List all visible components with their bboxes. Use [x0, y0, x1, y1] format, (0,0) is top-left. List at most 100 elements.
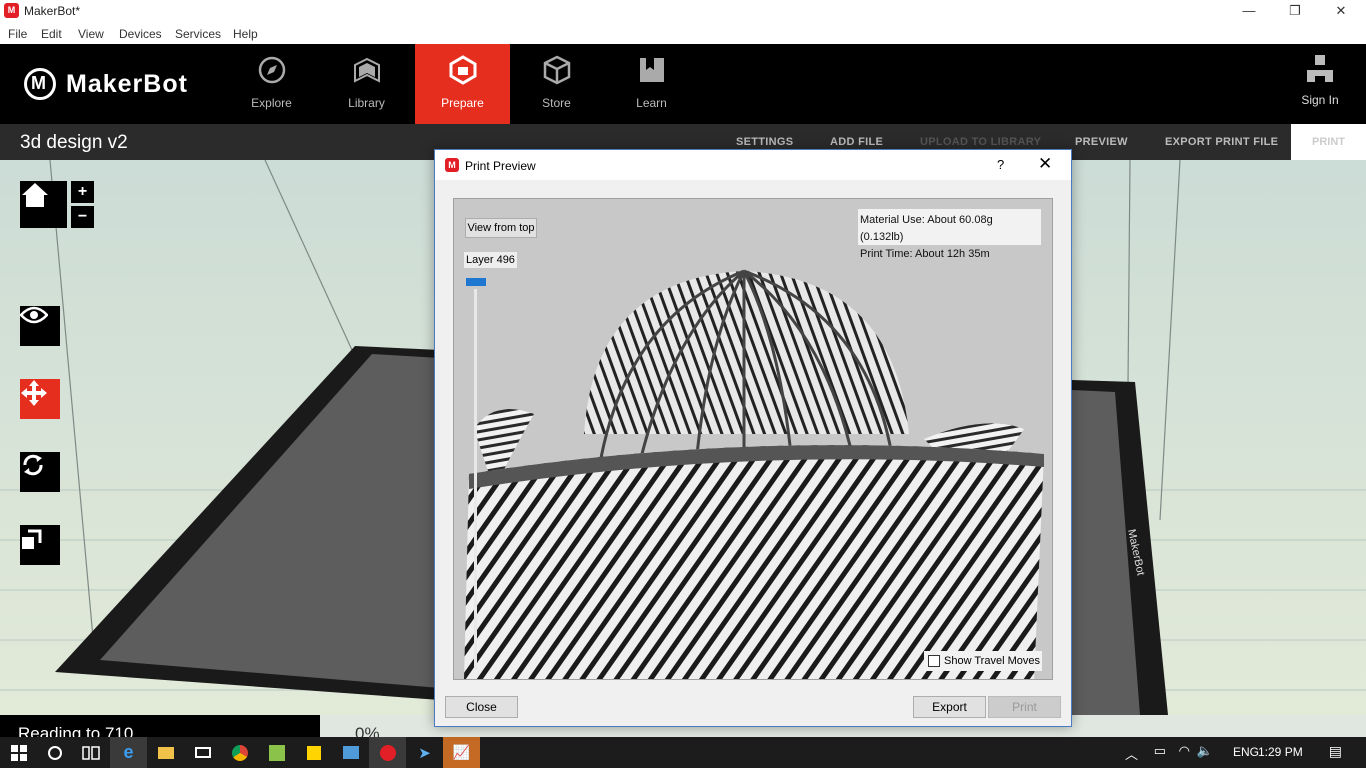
close-window-button[interactable]: ✕	[1318, 0, 1364, 22]
battery-icon[interactable]: ▭	[1154, 743, 1166, 759]
settings-button[interactable]: SETTINGS	[736, 136, 793, 148]
menu-services[interactable]: Services	[175, 27, 221, 41]
layer-label: Layer 496	[464, 252, 517, 268]
nav-library-label: Library	[348, 96, 385, 110]
minimize-button[interactable]: —	[1226, 0, 1272, 22]
taskbar-chrome[interactable]	[221, 737, 258, 768]
restore-button[interactable]: ❐	[1272, 0, 1318, 22]
print-top-button[interactable]: PRINT	[1291, 124, 1366, 160]
view-from-top-button[interactable]: View from top	[465, 218, 537, 238]
taskbar-mail[interactable]	[184, 737, 221, 768]
taskbar-app-green[interactable]	[258, 737, 295, 768]
project-name[interactable]: 3d design v2	[20, 132, 128, 154]
menu-view[interactable]: View	[78, 27, 104, 41]
nav-prepare[interactable]: Prepare	[415, 44, 510, 124]
close-button[interactable]: Close	[445, 696, 518, 718]
mail-icon	[194, 747, 211, 758]
prepare-icon	[448, 55, 478, 85]
nav-store-label: Store	[542, 96, 571, 110]
taskbar-edge[interactable]: e	[110, 737, 147, 768]
tray-chevron-icon[interactable]: ︿	[1125, 744, 1138, 763]
edge-icon: e	[123, 742, 134, 762]
export-button[interactable]: Export	[913, 696, 986, 718]
home-view-button[interactable]	[20, 181, 67, 228]
sign-in-button[interactable]: Sign In	[1296, 54, 1344, 107]
print-time-text: Print Time: About 12h 35m	[860, 248, 990, 260]
toolpath-render	[464, 269, 1044, 679]
move-arrows-icon	[21, 380, 47, 406]
dialog-title-bar: M Print Preview ? ✕	[435, 150, 1071, 180]
zoom-out-button[interactable]: −	[71, 206, 94, 228]
nav-learn[interactable]: Learn	[604, 44, 699, 124]
menu-devices[interactable]: Devices	[119, 27, 162, 41]
help-button[interactable]: ?	[997, 157, 1004, 172]
scale-tool-button[interactable]	[20, 525, 60, 565]
clock[interactable]: 1:29 PM	[1258, 745, 1304, 759]
show-travel-moves-toggle[interactable]: Show Travel Moves	[924, 651, 1042, 671]
print-estimate-panel: Material Use: About 60.08g (0.132lb) Pri…	[858, 209, 1041, 260]
export-print-file-button[interactable]: EXPORT PRINT FILE	[1165, 136, 1278, 148]
taskbar-app-blue[interactable]	[332, 737, 369, 768]
dialog-title: Print Preview	[465, 159, 536, 173]
windows-taskbar: e ➤ 📈 ︿ ▭ ◠ 🔈 ENG 1:29 PM ▤	[0, 737, 1366, 768]
nav-explore[interactable]: Explore	[224, 44, 319, 124]
search-button[interactable]	[36, 737, 73, 768]
learn-icon	[637, 55, 667, 85]
show-travel-moves-checkbox[interactable]	[928, 655, 940, 667]
user-icon	[1307, 55, 1333, 82]
menu-edit[interactable]: Edit	[41, 27, 62, 41]
add-file-button[interactable]: ADD FILE	[830, 136, 883, 148]
view-tool-button[interactable]	[20, 306, 60, 346]
move-tool-button[interactable]	[20, 379, 60, 419]
nav-library[interactable]: Library	[319, 44, 414, 124]
menu-help[interactable]: Help	[233, 27, 258, 41]
task-view-icon	[81, 745, 100, 760]
chart-app-icon: 📈	[452, 744, 471, 760]
material-use-text: Material Use: About 60.08g (0.132lb)	[860, 214, 993, 243]
status-percent: 0%	[355, 724, 380, 737]
layer-slider-track[interactable]	[474, 289, 477, 669]
print-preview-dialog: M Print Preview ? ✕ View from top Materi…	[434, 149, 1072, 727]
logo-text: MakerBot	[66, 69, 188, 98]
home-icon	[22, 183, 48, 207]
sign-in-label: Sign In	[1301, 93, 1339, 107]
taskbar-app-arrow[interactable]: ➤	[406, 737, 443, 768]
nav-learn-label: Learn	[636, 96, 667, 110]
taskbar-explorer[interactable]	[147, 737, 184, 768]
store-icon	[542, 55, 572, 85]
start-button[interactable]	[0, 737, 37, 768]
blue-app-icon	[342, 746, 359, 759]
scale-icon	[22, 529, 42, 549]
taskbar-sticky-notes[interactable]	[295, 737, 332, 768]
folder-icon	[157, 746, 174, 759]
nav-prepare-label: Prepare	[441, 96, 484, 110]
makerbot-logo-icon	[24, 68, 56, 100]
rotate-tool-button[interactable]	[20, 452, 60, 492]
action-center-icon[interactable]: ▤	[1329, 743, 1342, 760]
input-language[interactable]: ENG	[1233, 745, 1259, 759]
volume-icon[interactable]: 🔈	[1197, 743, 1213, 759]
arrow-app-icon: ➤	[418, 744, 431, 762]
print-button[interactable]: Print	[988, 696, 1061, 718]
menu-file[interactable]: File	[8, 27, 27, 41]
preview-button[interactable]: PREVIEW	[1075, 136, 1128, 148]
show-travel-moves-label: Show Travel Moves	[944, 655, 1040, 667]
makerbot-taskbar-icon	[379, 744, 396, 761]
wifi-icon[interactable]: ◠	[1179, 743, 1190, 759]
dialog-close-x-button[interactable]: ✕	[1038, 154, 1052, 174]
toolpath-preview[interactable]: View from top Material Use: About 60.08g…	[453, 198, 1053, 680]
chrome-icon	[231, 744, 248, 761]
makerbot-logo[interactable]: MakerBot	[24, 67, 188, 101]
taskbar-app-chart[interactable]: 📈	[443, 737, 480, 768]
layer-slider-thumb[interactable]	[466, 278, 486, 286]
eye-icon	[20, 306, 48, 324]
upload-to-library-button[interactable]: UPLOAD TO LIBRARY	[920, 136, 1041, 148]
zoom-in-button[interactable]: +	[71, 181, 94, 203]
compass-icon	[257, 55, 287, 85]
task-view-button[interactable]	[72, 737, 109, 768]
app-header: MakerBot Explore Library Prepare Store L…	[0, 44, 1366, 124]
status-text: Reading to 710	[0, 715, 320, 737]
taskbar-makerbot[interactable]	[369, 737, 406, 768]
nav-store[interactable]: Store	[509, 44, 604, 124]
rotate-icon	[23, 454, 43, 476]
